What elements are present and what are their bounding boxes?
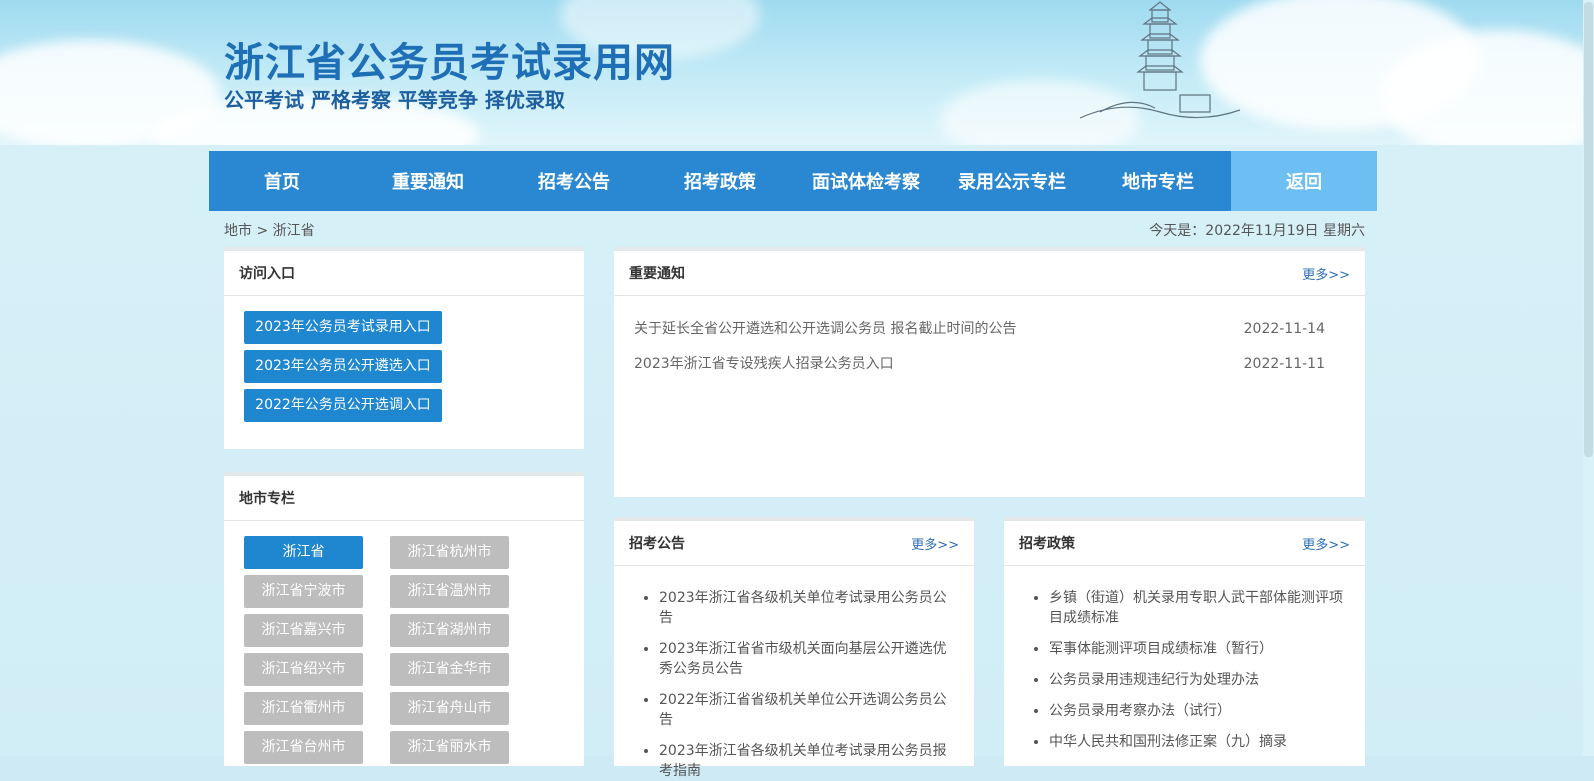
- header-banner: 浙江省公务员考试录用网 公平考试 严格考察 平等竞争 择优录取: [0, 0, 1594, 150]
- nav-back[interactable]: 返回: [1231, 151, 1377, 211]
- notice-title[interactable]: 关于延长全省公开遴选和公开选调公务员 报名截止时间的公告: [634, 312, 1016, 347]
- nav-home[interactable]: 首页: [209, 151, 355, 211]
- policy-more-link[interactable]: 更多>>: [1302, 534, 1350, 553]
- city-button-lishui[interactable]: 浙江省丽水市: [390, 731, 509, 764]
- recruit-panel-header: 招考公告 更多>>: [614, 521, 974, 566]
- list-item[interactable]: 2023年浙江省省市级机关面向基层公开遴选优秀公务员公告: [659, 639, 958, 679]
- list-item[interactable]: 2023年浙江省各级机关单位考试录用公务员报考指南: [659, 741, 958, 781]
- notices-panel-title: 重要通知: [629, 266, 685, 282]
- recruit-more-link[interactable]: 更多>>: [911, 534, 959, 553]
- list-item[interactable]: 公务员录用违规违纪行为处理办法: [1049, 670, 1349, 690]
- nav-hiring-publicity[interactable]: 录用公示专栏: [939, 151, 1085, 211]
- city-button-jinhua[interactable]: 浙江省金华市: [390, 653, 509, 686]
- nav-recruitment-announcements[interactable]: 招考公告: [501, 151, 647, 211]
- today-date: 今天是：2022年11月19日 星期六: [1149, 223, 1365, 239]
- policy-panel-title: 招考政策: [1019, 536, 1075, 552]
- city-button-wenzhou[interactable]: 浙江省温州市: [390, 575, 509, 608]
- nav-important-notices[interactable]: 重要通知: [355, 151, 501, 211]
- city-panel: 地市专栏 浙江省 浙江省杭州市 浙江省宁波市 浙江省温州市 浙江省嘉兴市 浙江省…: [224, 472, 584, 766]
- site-title: 浙江省公务员考试录用网: [224, 40, 675, 86]
- scrollbar-thumb[interactable]: [1584, 2, 1593, 457]
- city-grid: 浙江省 浙江省杭州市 浙江省宁波市 浙江省温州市 浙江省嘉兴市 浙江省湖州市 浙…: [224, 521, 584, 764]
- notice-title[interactable]: 2023年浙江省专设残疾人招录公务员入口: [634, 347, 894, 382]
- site-slogan: 公平考试 严格考察 平等竞争 择优录取: [224, 88, 565, 112]
- list-item[interactable]: 中华人民共和国刑法修正案（九）摘录: [1049, 732, 1349, 752]
- breadcrumb[interactable]: 地市 > 浙江省: [224, 220, 315, 240]
- city-panel-header: 地市专栏: [224, 476, 584, 521]
- notice-item[interactable]: 2023年浙江省专设残疾人招录公务员入口 2022-11-11: [614, 347, 1365, 382]
- list-item[interactable]: 2023年浙江省各级机关单位考试录用公务员公告: [659, 588, 958, 628]
- city-button-jiaxing[interactable]: 浙江省嘉兴市: [244, 614, 363, 647]
- access-panel: 访问入口 2023年公务员考试录用入口 2023年公务员公开遴选入口 2022年…: [224, 247, 584, 449]
- pagoda-illustration: [1079, 1, 1241, 119]
- recruit-list: 2023年浙江省各级机关单位考试录用公务员公告 2023年浙江省省市级机关面向基…: [614, 566, 974, 781]
- city-button-ningbo[interactable]: 浙江省宁波市: [244, 575, 363, 608]
- notice-date: 2022-11-14: [1243, 321, 1325, 337]
- entry-exam-recruitment-button[interactable]: 2023年公务员考试录用入口: [244, 311, 442, 344]
- city-button-zhejiang[interactable]: 浙江省: [244, 536, 363, 569]
- notices-more-link[interactable]: 更多>>: [1302, 264, 1350, 283]
- list-item[interactable]: 乡镇（街道）机关录用专职人武干部体能测评项目成绩标准: [1049, 588, 1349, 628]
- notice-date: 2022-11-11: [1243, 356, 1325, 372]
- city-button-shaoxing[interactable]: 浙江省绍兴市: [244, 653, 363, 686]
- access-panel-header: 访问入口: [224, 251, 584, 296]
- notices-panel-header: 重要通知 更多>>: [614, 251, 1365, 296]
- notices-panel: 重要通知 更多>> 关于延长全省公开遴选和公开选调公务员 报名截止时间的公告 2…: [614, 247, 1365, 497]
- list-item[interactable]: 公务员录用考察办法（试行）: [1049, 701, 1349, 721]
- city-button-huzhou[interactable]: 浙江省湖州市: [390, 614, 509, 647]
- list-item[interactable]: 军事体能测评项目成绩标准（暂行）: [1049, 639, 1349, 659]
- access-panel-title: 访问入口: [239, 266, 295, 282]
- list-item[interactable]: 2022年浙江省省级机关单位公开选调公务员公告: [659, 690, 958, 730]
- city-button-hangzhou[interactable]: 浙江省杭州市: [390, 536, 509, 569]
- nav-interview-exam[interactable]: 面试体检考察: [793, 151, 939, 211]
- recruit-panel-title: 招考公告: [629, 536, 685, 552]
- city-button-quzhou[interactable]: 浙江省衢州市: [244, 692, 363, 725]
- entry-public-transfer-button[interactable]: 2022年公务员公开选调入口: [244, 389, 442, 422]
- policy-list: 乡镇（街道）机关录用专职人武干部体能测评项目成绩标准 军事体能测评项目成绩标准（…: [1004, 566, 1365, 752]
- city-panel-title: 地市专栏: [239, 491, 295, 507]
- breadcrumb-row: 地市 > 浙江省 今天是：2022年11月19日 星期六: [224, 220, 1365, 240]
- nav-city-column[interactable]: 地市专栏: [1085, 151, 1231, 211]
- nav-recruitment-policies[interactable]: 招考政策: [647, 151, 793, 211]
- notice-item[interactable]: 关于延长全省公开遴选和公开选调公务员 报名截止时间的公告 2022-11-14: [614, 312, 1365, 347]
- recruit-panel: 招考公告 更多>> 2023年浙江省各级机关单位考试录用公务员公告 2023年浙…: [614, 517, 974, 779]
- page-scrollbar[interactable]: [1583, 0, 1594, 756]
- city-button-taizhou[interactable]: 浙江省台州市: [244, 731, 363, 764]
- entry-public-selection-button[interactable]: 2023年公务员公开遴选入口: [244, 350, 442, 383]
- main-nav: 首页 重要通知 招考公告 招考政策 面试体检考察 录用公示专栏 地市专栏 返回: [209, 151, 1377, 211]
- city-button-zhoushan[interactable]: 浙江省舟山市: [390, 692, 509, 725]
- policy-panel-header: 招考政策 更多>>: [1004, 521, 1365, 566]
- policy-panel: 招考政策 更多>> 乡镇（街道）机关录用专职人武干部体能测评项目成绩标准 军事体…: [1004, 517, 1365, 766]
